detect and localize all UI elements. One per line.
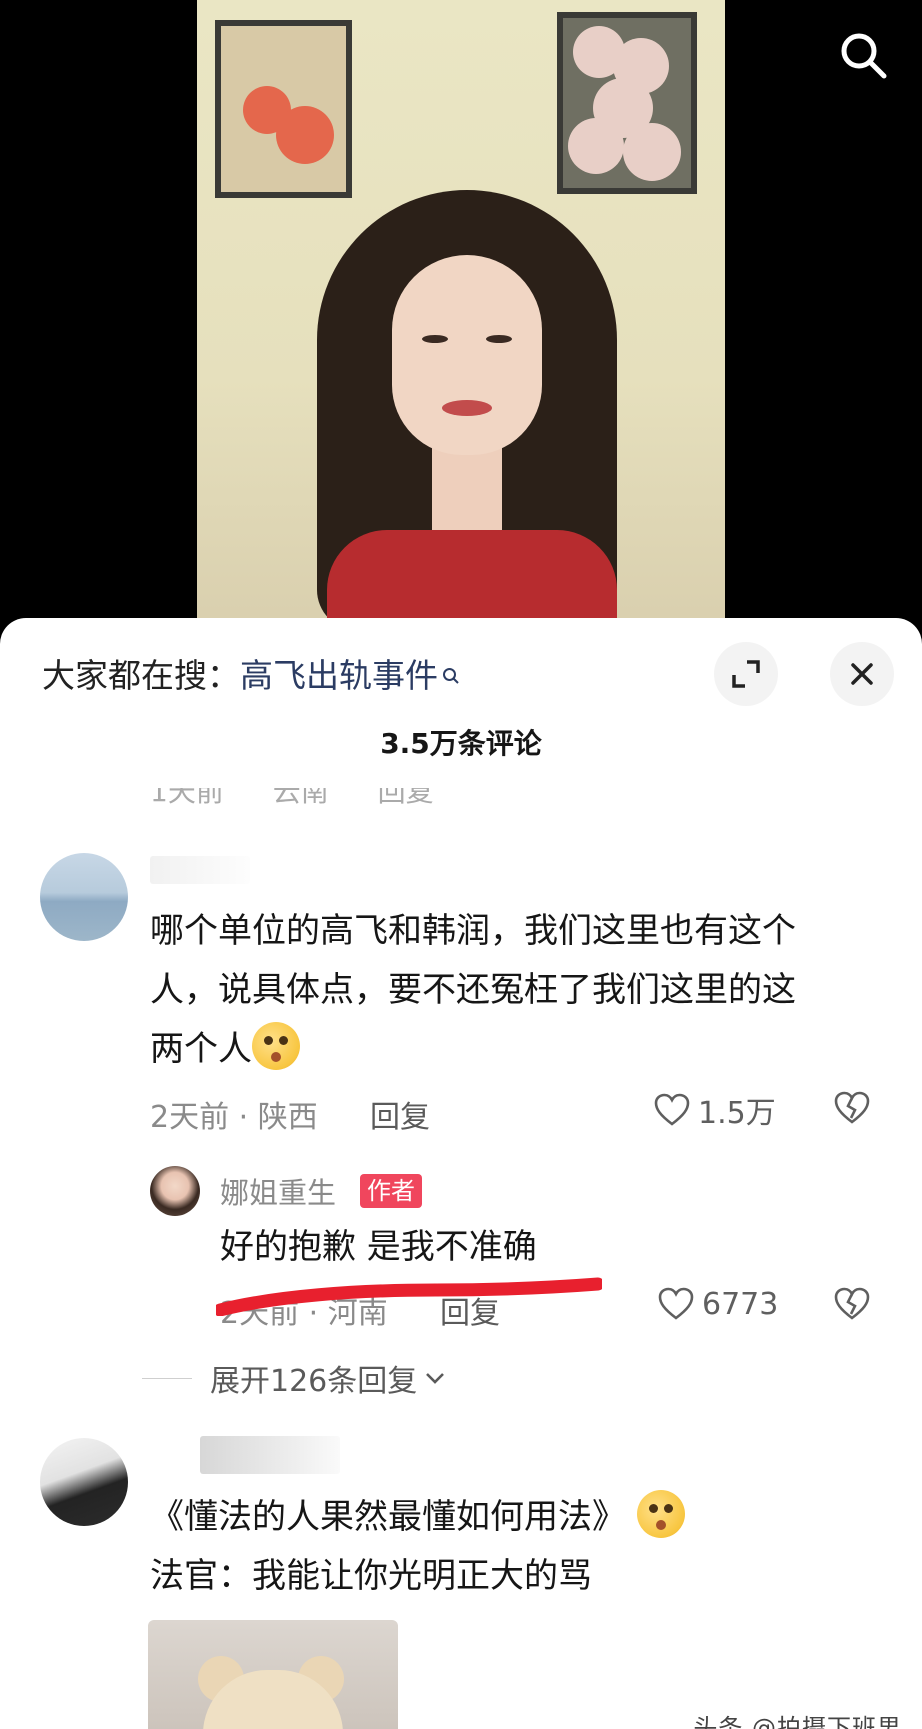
watermark: 头条 @拍摄下班男 (693, 1714, 902, 1729)
avatar[interactable] (40, 853, 128, 941)
close-button[interactable] (830, 642, 894, 706)
search-icon[interactable] (836, 28, 892, 84)
thinking-eyes-emoji (252, 1022, 300, 1070)
author-avatar[interactable] (150, 1166, 200, 1216)
previous-comment-meta: 1天前 云南 回复 (150, 788, 434, 808)
expand-sheet-button[interactable] (714, 642, 778, 706)
comment-text: 《懂法的人果然最懂如何用法》 法官：我能让你光明正大的骂 (150, 1488, 685, 1606)
comment-meta: 2天前 · 陕西 (150, 1100, 318, 1135)
video-player[interactable] (0, 0, 922, 630)
broken-heart-icon[interactable] (832, 1284, 872, 1328)
like-button[interactable]: 1.5万 (652, 1088, 776, 1132)
reply-text: 好的抱歉 是我不准确 (220, 1227, 537, 1267)
smirk-emoji (636, 1490, 685, 1538)
heart-icon (654, 1093, 690, 1126)
hot-search-term[interactable]: 高飞出轨事件 (240, 649, 438, 697)
small-search-icon (442, 654, 460, 684)
author-name[interactable]: 娜姐重生 (220, 1170, 336, 1212)
blurred-username (150, 856, 250, 884)
like-button[interactable]: 6773 (656, 1284, 778, 1324)
red-underline-mark (216, 1277, 602, 1316)
blurred-username (200, 1436, 340, 1474)
reply-button[interactable]: 回复 (370, 1092, 430, 1136)
divider (142, 1377, 192, 1379)
comment-count-title: 3.5万条评论 (380, 727, 542, 760)
chevron-down-icon (426, 1373, 445, 1384)
presenter (317, 160, 617, 630)
comment-image[interactable] (148, 1620, 398, 1729)
close-icon (851, 663, 873, 685)
expand-icon (732, 660, 760, 688)
hot-search-bar: 大家都在搜： 高飞出轨事件 (42, 648, 460, 698)
comments-sheet: 大家都在搜： 高飞出轨事件 3.5万条评论 1天前 云南 回复 哪个单位的高飞和… (0, 618, 922, 1729)
hot-search-label: 大家都在搜： (42, 656, 240, 695)
avatar[interactable] (40, 1438, 128, 1526)
heart-icon (658, 1287, 694, 1320)
comment-text: 哪个单位的高飞和韩润，我们这里也有这个 人，说具体点，要不还冤枉了我们这里的这 … (150, 911, 796, 1070)
broken-heart-icon[interactable] (832, 1088, 872, 1132)
author-badge: 作者 (360, 1174, 422, 1208)
expand-replies-button[interactable]: 展开126条回复 (142, 1356, 449, 1400)
video-frame (197, 0, 725, 630)
